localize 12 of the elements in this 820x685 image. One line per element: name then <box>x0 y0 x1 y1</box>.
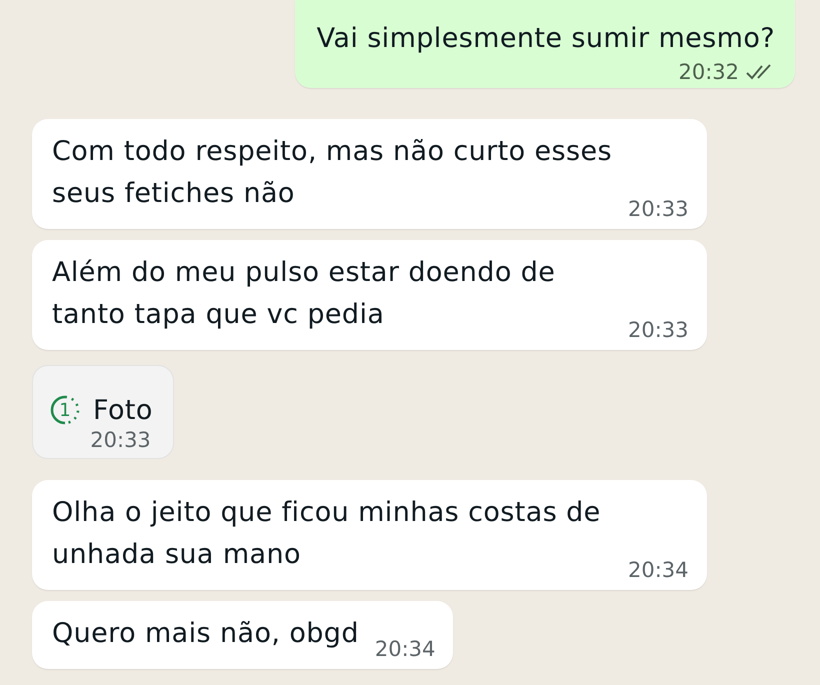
message-time: 20:33 <box>628 318 689 342</box>
message-text: Quero mais não, obgd <box>52 617 359 651</box>
message-text: Com todo respeito, mas não curto esses seus fetiches não <box>52 135 612 211</box>
message-time: 20:33 <box>90 428 151 452</box>
message-time: 20:34 <box>374 637 436 661</box>
message-time: 20:34 <box>628 558 689 582</box>
message-time: 20:32 <box>678 60 739 84</box>
message-time: 20:33 <box>628 197 689 221</box>
message-text: Olha o jeito que ficou minhas costas de unhada sua mano <box>52 496 602 572</box>
message-text: Foto <box>93 394 153 426</box>
message-text: Vai simplesmente sumir mesmo? <box>316 22 775 56</box>
message-text: Além do meu pulso estar doendo de tanto tapa que vc pedia <box>52 256 556 332</box>
